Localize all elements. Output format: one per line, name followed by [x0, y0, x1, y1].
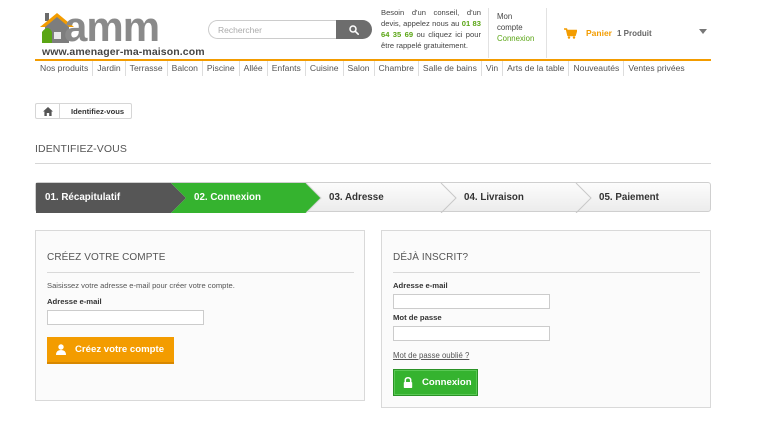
login-panel: Déjà inscrit? Adresse e-mail Mot de pass…	[381, 230, 711, 408]
step-divider	[575, 183, 592, 213]
logo-site-url: www.amenager-ma-maison.com	[42, 46, 205, 58]
cart-summary[interactable]: Panier 1 Produit	[563, 24, 711, 42]
callback-advice[interactable]: Besoin d'un conseil, d'un devis, appelez…	[381, 7, 481, 51]
forgot-password-link[interactable]: Mot de passe oublié ?	[393, 351, 469, 360]
nav-item-ventes-privees[interactable]: Ventes privées	[624, 61, 688, 76]
create-account-hint: Saisissez votre adresse e-mail pour crée…	[47, 281, 235, 290]
home-icon	[42, 106, 53, 116]
step-connexion[interactable]: 02. Connexion	[194, 192, 261, 203]
title-divider	[35, 163, 711, 164]
create-account-title: Créez votre compte	[47, 252, 166, 263]
breadcrumb-current: Identifiez-vous	[71, 106, 125, 116]
step-divider	[440, 183, 457, 213]
header-divider	[488, 8, 489, 58]
account-line-2: compte	[497, 23, 523, 32]
nav-item-balcon[interactable]: Balcon	[168, 61, 203, 76]
login-email-input[interactable]	[393, 294, 550, 309]
create-email-input[interactable]	[47, 310, 204, 325]
nav-item-chambre[interactable]: Chambre	[375, 61, 419, 76]
page-title: Identifiez-vous	[35, 143, 127, 155]
search-input[interactable]	[208, 20, 336, 39]
create-account-panel: Créez votre compte Saisissez votre adres…	[35, 230, 365, 401]
nav-item-nos-produits[interactable]: Nos produits	[35, 61, 94, 76]
site-logo[interactable]: amm www.amenager-ma-maison.com	[38, 6, 205, 58]
search-icon	[349, 24, 359, 35]
search-bar	[208, 20, 372, 39]
panel-divider	[393, 272, 700, 273]
breadcrumb-home[interactable]	[36, 104, 60, 118]
cart-label: Panier	[586, 28, 612, 38]
nav-item-nouveautes[interactable]: Nouveautés	[569, 61, 625, 76]
login-button-label: Connexion	[422, 377, 472, 388]
create-account-button-label: Créez votre compte	[75, 344, 165, 355]
breadcrumb: Identifiez-vous	[35, 103, 133, 119]
account-line-1: Mon	[497, 12, 513, 21]
nav-item-salon[interactable]: Salon	[344, 61, 375, 76]
login-button[interactable]: Connexion	[393, 369, 478, 396]
chevron-down-icon[interactable]	[699, 29, 707, 34]
login-password-label: Mot de passe	[393, 313, 442, 322]
create-email-label: Adresse e-mail	[47, 297, 102, 306]
main-nav: Nos produits Jardin Terrasse Balcon Pisc…	[35, 61, 689, 76]
login-email-label: Adresse e-mail	[393, 281, 448, 290]
search-button[interactable]	[336, 20, 372, 39]
logo-brand-text: amm	[64, 3, 160, 50]
checkout-steps: 01. Récapitulatif 02. Connexion 03. Adre…	[35, 182, 711, 213]
nav-item-salle-de-bains[interactable]: Salle de bains	[419, 61, 482, 76]
step-paiement[interactable]: 05. Paiement	[599, 192, 659, 203]
account-link[interactable]: Mon compte Connexion	[497, 11, 534, 44]
user-icon	[56, 344, 66, 355]
nav-item-vin[interactable]: Vin	[482, 61, 504, 76]
nav-item-cuisine[interactable]: Cuisine	[306, 61, 344, 76]
nav-item-piscine[interactable]: Piscine	[203, 61, 240, 76]
step-livraison[interactable]: 04. Livraison	[464, 192, 524, 203]
lock-icon	[403, 377, 413, 388]
nav-item-terrasse[interactable]: Terrasse	[126, 61, 168, 76]
login-password-input[interactable]	[393, 326, 550, 341]
step-recapitulatif[interactable]: 01. Récapitulatif	[45, 192, 120, 203]
header-login-link[interactable]: Connexion	[497, 33, 534, 44]
step-adresse[interactable]: 03. Adresse	[329, 192, 384, 203]
nav-item-arts-de-la-table[interactable]: Arts de la table	[503, 61, 570, 76]
cart-count: 1 Produit	[617, 28, 652, 38]
header-divider	[546, 8, 547, 58]
login-title: Déjà inscrit?	[393, 252, 469, 263]
nav-item-allee[interactable]: Allée	[240, 61, 268, 76]
create-account-button[interactable]: Créez votre compte	[47, 337, 174, 364]
panel-divider	[47, 272, 354, 273]
nav-item-jardin[interactable]: Jardin	[93, 61, 126, 76]
shopping-cart-icon	[564, 27, 577, 39]
nav-item-enfants[interactable]: Enfants	[268, 61, 306, 76]
